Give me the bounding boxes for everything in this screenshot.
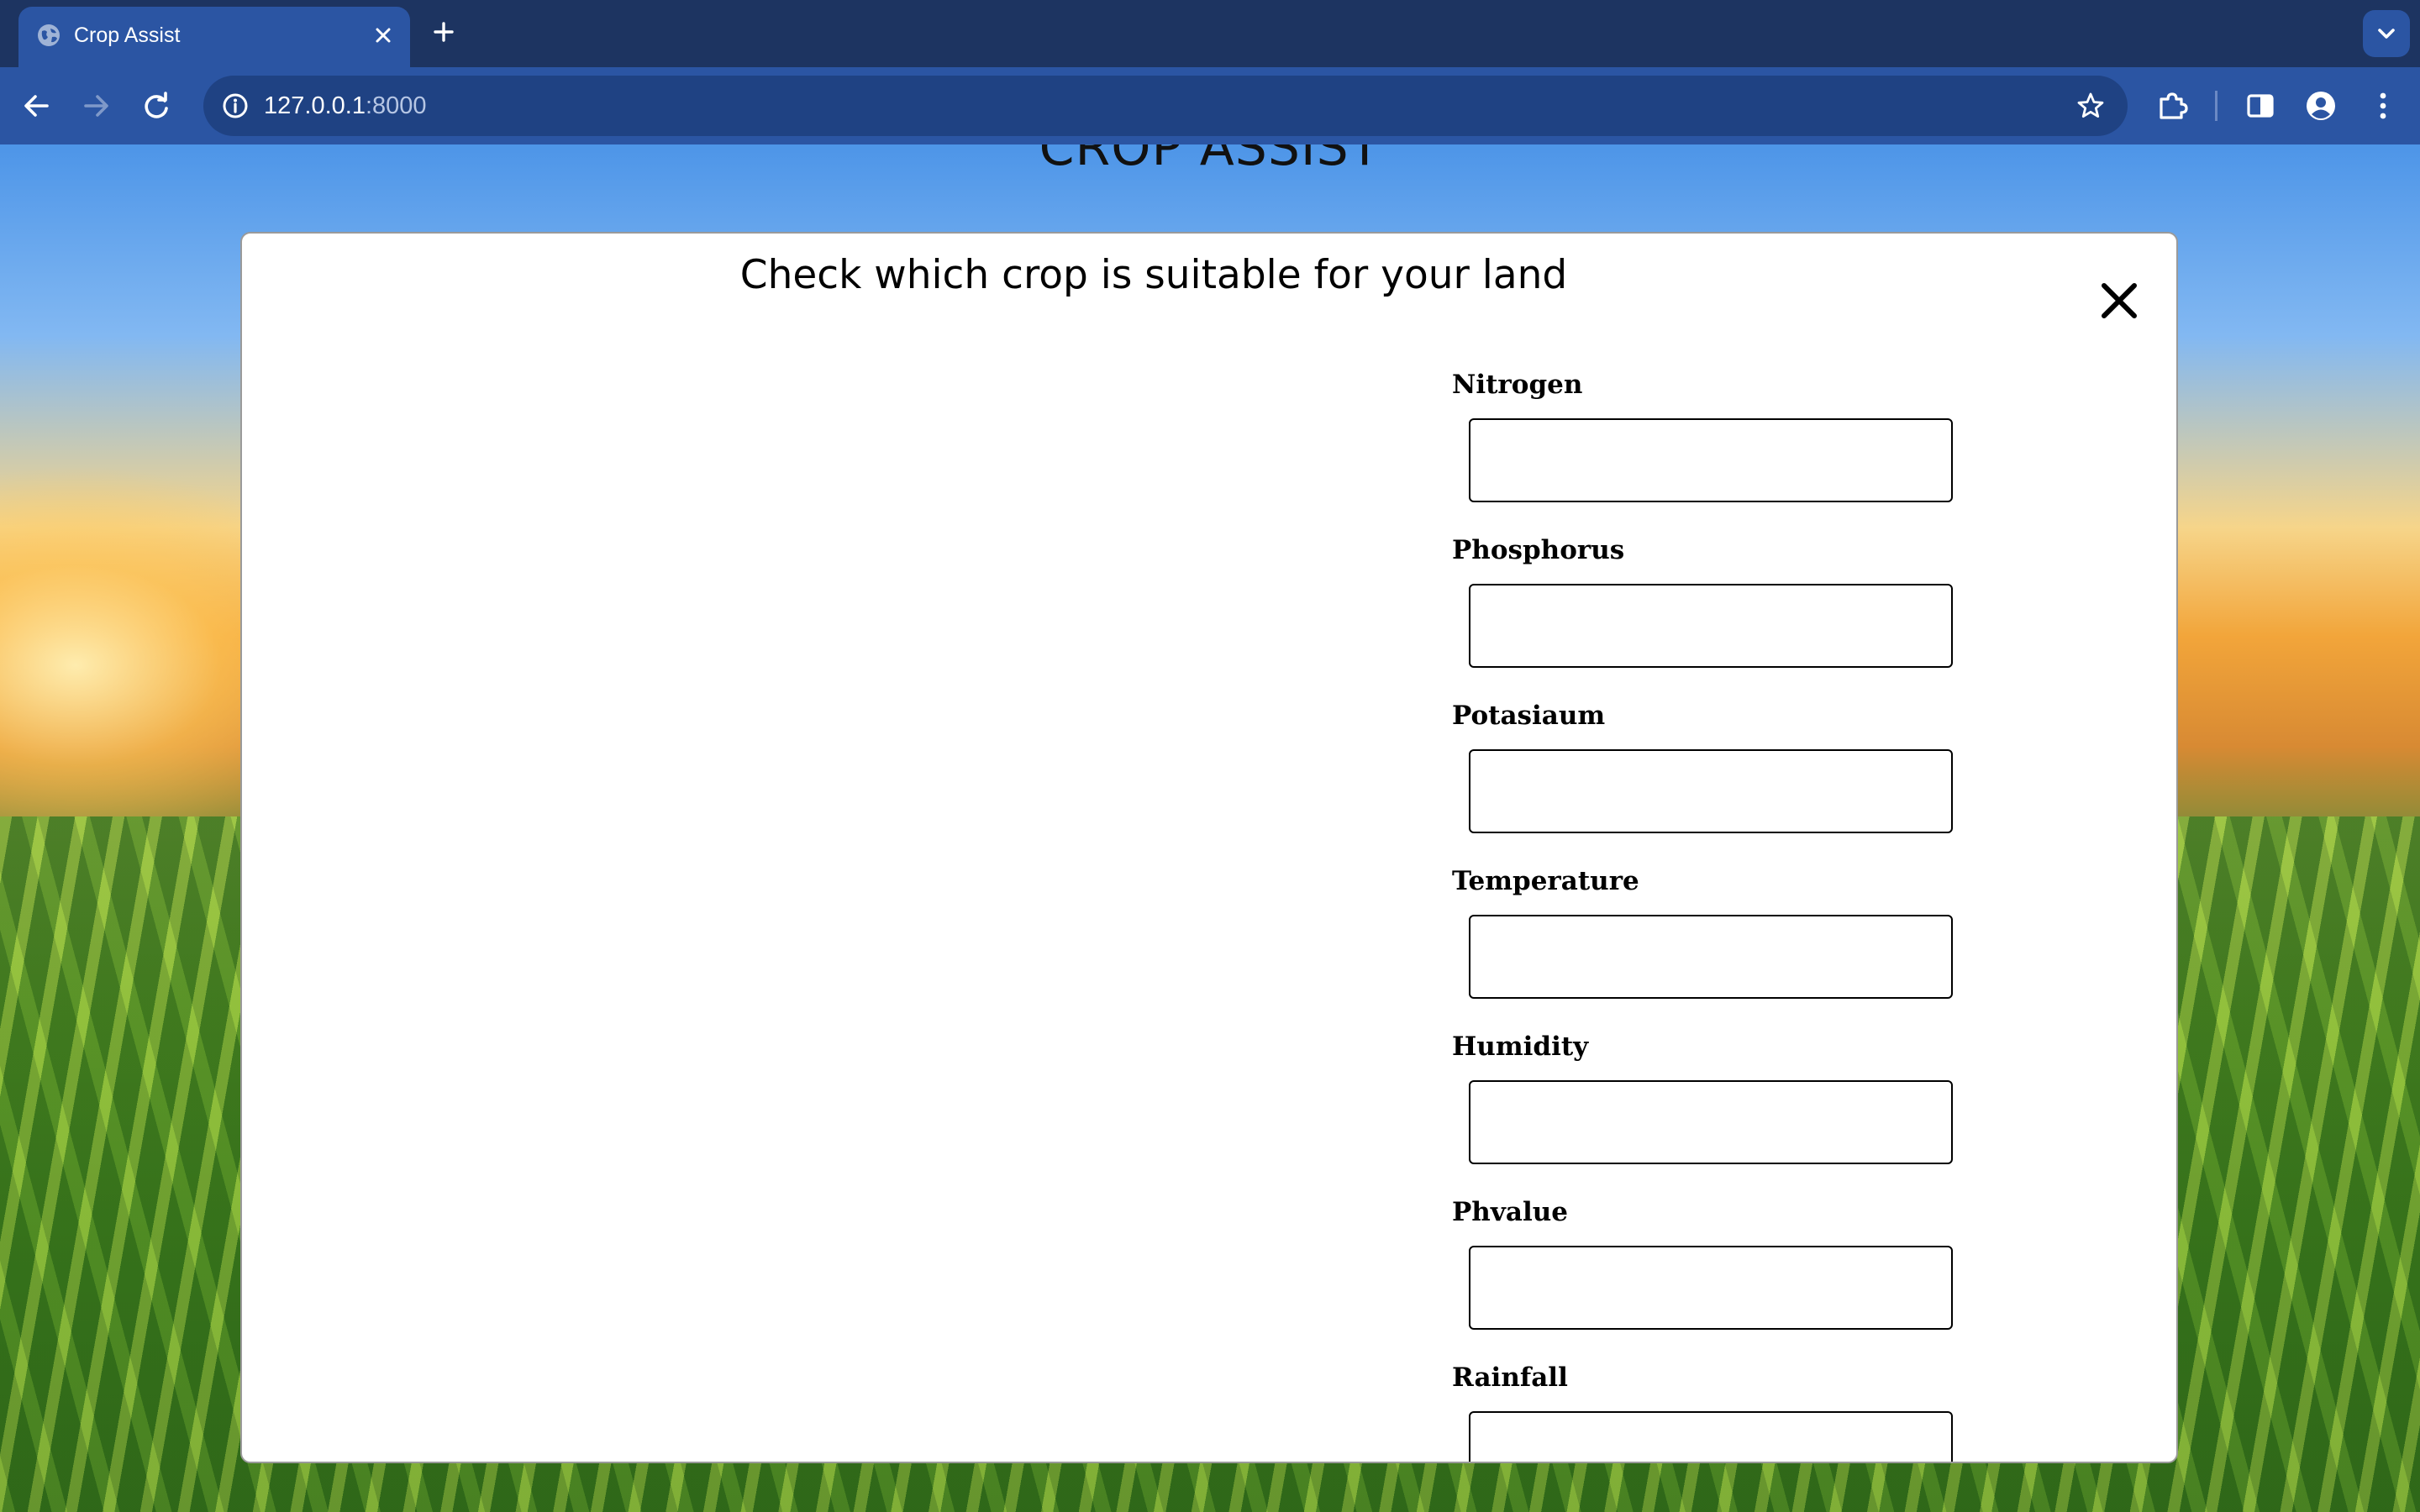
globe-icon — [38, 24, 60, 46]
new-tab-plus-icon[interactable] — [429, 17, 459, 47]
toolbar-divider — [2215, 91, 2217, 121]
rainfall-label: Rainfall — [1452, 1362, 1568, 1393]
address-bar[interactable]: 127.0.0.1:8000 — [203, 76, 2128, 136]
chevron-down-icon — [2378, 29, 2395, 39]
page-viewport: CROP ASSIST Check which crop is suitable… — [0, 144, 2420, 1512]
nitrogen-field-group: Nitrogen — [1452, 368, 2040, 533]
close-tab-icon[interactable] — [368, 20, 398, 50]
site-info-icon[interactable] — [217, 87, 254, 124]
tab-title: Crop Assist — [74, 24, 181, 47]
ph-value-field-group: Phvalue — [1452, 1195, 2040, 1361]
crop-check-modal: Check which crop is suitable for your la… — [240, 232, 2178, 1463]
side-panel-icon[interactable] — [2240, 86, 2281, 126]
tab-strip: Crop Assist — [0, 0, 2420, 67]
phosphorus-label: Phosphorus — [1452, 535, 1625, 565]
url-text: 127.0.0.1:8000 — [264, 90, 427, 122]
ph-value-label: Phvalue — [1452, 1197, 1568, 1227]
url-port: :8000 — [365, 92, 427, 119]
close-icon[interactable] — [2096, 277, 2143, 324]
bookmark-star-icon[interactable] — [2072, 87, 2109, 124]
url-host: 127.0.0.1 — [264, 92, 366, 119]
extensions-puzzle-icon[interactable] — [2153, 86, 2193, 126]
potassium-field-group: Potasiaum — [1452, 699, 2040, 864]
rainfall-input[interactable] — [1469, 1411, 1953, 1462]
browser-toolbar: 127.0.0.1:8000 — [0, 67, 2420, 144]
rainfall-field-group: Rainfall — [1452, 1361, 2040, 1462]
soil-parameters-form: Nitrogen Phosphorus Potasiaum Temperatur… — [1452, 368, 2040, 1462]
tab-search-button[interactable] — [2363, 10, 2410, 57]
back-arrow-icon[interactable] — [17, 86, 57, 126]
temperature-label: Temperature — [1452, 866, 1639, 896]
nitrogen-input[interactable] — [1469, 418, 1953, 502]
phosphorus-input[interactable] — [1469, 584, 1953, 668]
modal-heading: Check which crop is suitable for your la… — [739, 252, 1568, 298]
browser-window: Crop Assist 127.0.0.1:8000 CROP ASSIST C… — [0, 0, 2420, 1512]
tab-crop-assist[interactable]: Crop Assist — [18, 7, 410, 67]
humidity-field-group: Humidity — [1452, 1030, 2040, 1195]
temperature-field-group: Temperature — [1452, 864, 2040, 1030]
temperature-input[interactable] — [1469, 915, 1953, 999]
forward-arrow-icon[interactable] — [76, 86, 116, 126]
profile-avatar-icon[interactable] — [2301, 86, 2341, 126]
potassium-input[interactable] — [1469, 749, 1953, 833]
site-title: CROP ASSIST — [1039, 144, 1381, 177]
humidity-input[interactable] — [1469, 1080, 1953, 1164]
ph-value-input[interactable] — [1469, 1246, 1953, 1330]
humidity-label: Humidity — [1452, 1032, 1589, 1062]
nitrogen-label: Nitrogen — [1452, 370, 1583, 400]
phosphorus-field-group: Phosphorus — [1452, 533, 2040, 699]
reload-icon[interactable] — [136, 86, 176, 126]
more-menu-dots-icon[interactable] — [2363, 86, 2403, 126]
potassium-label: Potasiaum — [1452, 701, 1606, 731]
